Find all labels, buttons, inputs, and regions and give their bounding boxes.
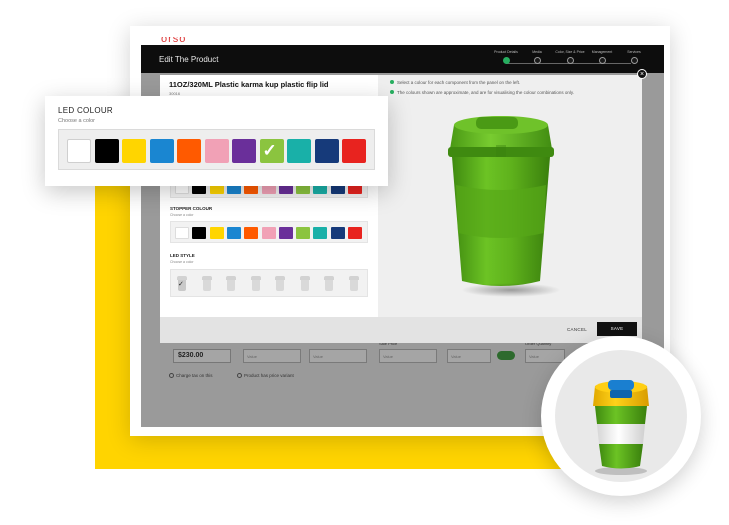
price-input[interactable]: $230.00 <box>173 349 231 363</box>
led-style-row: ✓ <box>170 269 368 297</box>
step-services[interactable]: Services <box>614 50 654 64</box>
cup-body-shape <box>325 280 333 291</box>
checkmark-icon: ✓ <box>262 141 277 160</box>
step-dot <box>598 57 606 64</box>
green-cup-icon <box>448 116 554 286</box>
stopper-swatch[interactable] <box>330 227 345 239</box>
led-style-option[interactable] <box>250 276 261 291</box>
led-style-option[interactable]: ✓ <box>177 276 187 291</box>
checkmark-icon: ✓ <box>178 281 184 288</box>
disclaimer-note: The colours shown are approximate, and a… <box>390 90 574 95</box>
stopper-swatch[interactable] <box>261 227 276 239</box>
step-dot <box>566 57 574 64</box>
modal-footer: CANCEL SAVE <box>160 317 642 343</box>
led-style-option[interactable] <box>299 276 310 291</box>
stopper-swatch[interactable] <box>348 227 362 239</box>
led-style-option[interactable] <box>201 276 212 291</box>
preview-panel: Select a colour for each component from … <box>378 75 642 317</box>
stopper-swatch[interactable] <box>296 227 311 239</box>
cup-preview-image <box>436 105 566 305</box>
instruction-note: Select a colour for each component from … <box>390 80 520 85</box>
led-colour-title: LED COLOUR <box>58 106 114 115</box>
toggle-switch[interactable] <box>497 351 515 360</box>
led-colour-card: LED COLOUR Choose a color ✓ <box>45 96 388 186</box>
app-header: Edit The Product Product Details Media C… <box>141 45 664 73</box>
cancel-button[interactable]: CANCEL <box>567 327 587 332</box>
cup-body-shape <box>251 280 260 291</box>
progress-steps: Product Details Media Color, Size & Pric… <box>486 50 656 70</box>
led-swatch[interactable] <box>94 139 119 163</box>
page-title: Edit The Product <box>159 55 219 64</box>
led-swatch[interactable] <box>287 139 311 163</box>
step-dot <box>630 57 638 64</box>
top-strip: orso <box>141 37 664 45</box>
bullet-icon <box>390 90 394 94</box>
stopper-swatch[interactable] <box>192 227 207 239</box>
stopper-swatch[interactable] <box>209 227 224 239</box>
cup-body-shape <box>300 280 309 291</box>
cup-body-shape <box>276 280 284 291</box>
led-swatch[interactable] <box>342 139 366 163</box>
led-style-option[interactable] <box>348 276 359 291</box>
led-swatch[interactable] <box>149 139 174 163</box>
stopper-colour-label: STOPPER COLOUR <box>170 206 213 211</box>
radio-charge-tax[interactable]: Charge tax on this <box>169 373 213 378</box>
led-style-option[interactable] <box>275 276 285 291</box>
bullet-icon <box>390 80 394 84</box>
led-swatch[interactable] <box>314 139 339 163</box>
stopper-swatch[interactable] <box>278 227 293 239</box>
led-style-option[interactable] <box>226 276 236 291</box>
led-style-label: LED STYLE <box>170 253 195 258</box>
led-swatch[interactable] <box>204 139 229 163</box>
product-title: 11OZ/320ML Plastic karma kup plastic fli… <box>169 80 329 89</box>
cup-shadow <box>461 283 561 297</box>
value-input[interactable]: Value <box>447 349 491 363</box>
stopper-swatch[interactable] <box>244 227 259 239</box>
close-modal-button[interactable]: × <box>637 69 647 79</box>
marketing-composition: orso Edit The Product Product Details Me… <box>0 0 729 525</box>
save-button[interactable]: SAVE <box>597 322 637 336</box>
step-dot <box>502 57 510 64</box>
stopper-swatch[interactable] <box>226 227 241 239</box>
radio-icon <box>237 373 242 378</box>
cup-zoom-circle <box>541 336 701 496</box>
value-input[interactable]: Value <box>243 349 301 363</box>
led-swatch[interactable] <box>177 139 201 163</box>
radio-icon <box>169 373 174 378</box>
cup-body-shape <box>202 280 211 291</box>
led-swatch[interactable] <box>67 139 91 163</box>
step-dot <box>533 57 541 64</box>
stopper-colour-sub: Choose a color <box>170 213 194 217</box>
stopper-swatch[interactable] <box>175 227 189 239</box>
led-swatch-selected[interactable]: ✓ <box>259 139 284 163</box>
led-swatch[interactable] <box>122 139 146 163</box>
cup-body-shape <box>227 280 235 291</box>
cup-body-shape <box>349 280 358 291</box>
led-colour-swatches: ✓ <box>58 129 375 170</box>
multicolor-cup-icon <box>593 380 649 475</box>
brand-logo: orso <box>161 37 187 45</box>
radio-price-variant[interactable]: Product has price variant <box>237 373 294 378</box>
order-quantity-input[interactable]: Value <box>525 349 565 363</box>
led-style-sub: Choose a color <box>170 260 194 264</box>
led-style-option[interactable] <box>324 276 334 291</box>
value-input[interactable]: Value <box>309 349 367 363</box>
cup-zoom-background <box>555 350 687 482</box>
led-colour-subtitle: Choose a color <box>58 118 95 124</box>
sale-price-input[interactable]: Value <box>379 349 437 363</box>
stopper-swatch-row <box>170 221 368 243</box>
stopper-swatch[interactable] <box>313 227 328 239</box>
led-swatch[interactable] <box>232 139 256 163</box>
